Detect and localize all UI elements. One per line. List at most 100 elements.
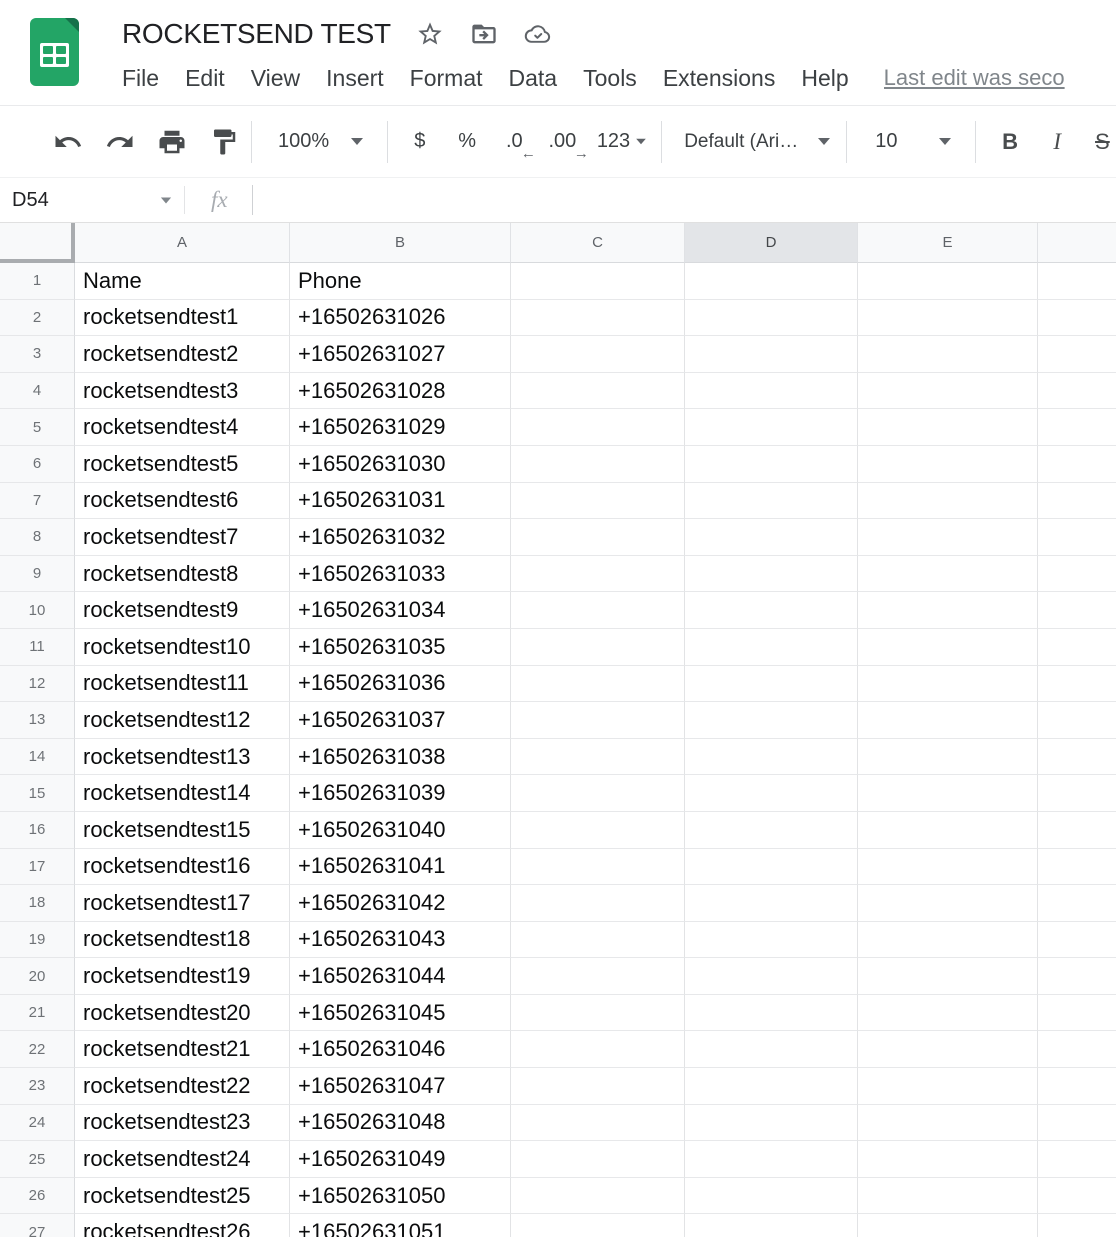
cell-col-a[interactable]: rocketsendtest15 <box>75 812 290 849</box>
cell-col-f[interactable] <box>1038 483 1116 520</box>
cell-col-a[interactable]: rocketsendtest3 <box>75 373 290 410</box>
cell-col-f[interactable] <box>1038 885 1116 922</box>
cell-col-b[interactable]: +16502631051 <box>290 1214 511 1237</box>
cell-col-e[interactable] <box>858 409 1038 446</box>
cell-col-c[interactable] <box>511 739 685 776</box>
cell-col-c[interactable] <box>511 446 685 483</box>
cell-col-c[interactable] <box>511 666 685 703</box>
cell-col-a[interactable]: rocketsendtest19 <box>75 958 290 995</box>
print-button[interactable] <box>157 127 187 157</box>
increase-decimal-button[interactable]: .00 → <box>544 130 581 153</box>
column-header-A[interactable]: A <box>75 223 290 263</box>
cell-col-f[interactable] <box>1038 409 1116 446</box>
cell-col-e[interactable] <box>858 519 1038 556</box>
font-size-select[interactable]: 10 <box>875 130 951 153</box>
cell-col-e[interactable] <box>858 666 1038 703</box>
row-number[interactable]: 4 <box>0 373 75 410</box>
menu-item-edit[interactable]: Edit <box>172 65 238 92</box>
row-number[interactable]: 3 <box>0 336 75 373</box>
cell-col-f[interactable] <box>1038 1031 1116 1068</box>
cell-col-d[interactable] <box>685 1141 858 1178</box>
name-box[interactable]: D54 <box>0 189 172 212</box>
bold-button[interactable]: B <box>996 129 1023 155</box>
cell-col-d[interactable] <box>685 1068 858 1105</box>
cell-col-b[interactable]: +16502631042 <box>290 885 511 922</box>
cell-col-d[interactable] <box>685 995 858 1032</box>
cell-col-c[interactable] <box>511 958 685 995</box>
cell-col-b[interactable]: +16502631050 <box>290 1178 511 1215</box>
cell-col-c[interactable] <box>511 1178 685 1215</box>
cell-col-f[interactable] <box>1038 1068 1116 1105</box>
paint-format-button[interactable] <box>209 127 239 157</box>
cell-col-b[interactable]: +16502631048 <box>290 1105 511 1142</box>
cell-col-c[interactable] <box>511 1105 685 1142</box>
cell-col-c[interactable] <box>511 885 685 922</box>
cell-col-e[interactable] <box>858 922 1038 959</box>
cell-col-e[interactable] <box>858 446 1038 483</box>
cell-col-b[interactable]: +16502631036 <box>290 666 511 703</box>
cell-col-d[interactable] <box>685 702 858 739</box>
cell-col-f[interactable] <box>1038 812 1116 849</box>
cell-col-e[interactable] <box>858 812 1038 849</box>
redo-button[interactable] <box>105 127 135 157</box>
row-number[interactable]: 20 <box>0 958 75 995</box>
cell-col-d[interactable] <box>685 446 858 483</box>
cell-col-b[interactable]: +16502631026 <box>290 300 511 337</box>
cell-col-a[interactable]: rocketsendtest13 <box>75 739 290 776</box>
cell-col-d[interactable] <box>685 483 858 520</box>
column-header-D[interactable]: D <box>685 223 858 263</box>
cell-col-d[interactable] <box>685 739 858 776</box>
cell-col-e[interactable] <box>858 1178 1038 1215</box>
cell-col-d[interactable] <box>685 885 858 922</box>
row-number[interactable]: 5 <box>0 409 75 446</box>
cell-col-d[interactable] <box>685 922 858 959</box>
cell-col-d[interactable] <box>685 409 858 446</box>
cell-col-b[interactable]: +16502631041 <box>290 849 511 886</box>
cell-col-e[interactable] <box>858 1214 1038 1237</box>
cell-col-e[interactable] <box>858 1031 1038 1068</box>
column-header-partial[interactable] <box>1038 223 1116 263</box>
cell-col-c[interactable] <box>511 702 685 739</box>
cell-col-d[interactable] <box>685 666 858 703</box>
cell-col-b[interactable]: +16502631040 <box>290 812 511 849</box>
cell-col-b[interactable]: +16502631047 <box>290 1068 511 1105</box>
cell-col-c[interactable] <box>511 1141 685 1178</box>
row-number[interactable]: 23 <box>0 1068 75 1105</box>
cell-col-b[interactable]: +16502631043 <box>290 922 511 959</box>
cell-col-d[interactable] <box>685 775 858 812</box>
row-number[interactable]: 6 <box>0 446 75 483</box>
cell-col-f[interactable] <box>1038 336 1116 373</box>
cell-col-d[interactable] <box>685 336 858 373</box>
cloud-saved-icon[interactable] <box>523 19 553 49</box>
cell-col-c[interactable] <box>511 995 685 1032</box>
cell-col-f[interactable] <box>1038 1214 1116 1237</box>
cell-col-f[interactable] <box>1038 519 1116 556</box>
cell-col-d[interactable] <box>685 1178 858 1215</box>
cell-col-e[interactable] <box>858 556 1038 593</box>
cell-col-a[interactable]: rocketsendtest20 <box>75 995 290 1032</box>
cell-col-e[interactable] <box>858 1141 1038 1178</box>
cell-col-a[interactable]: rocketsendtest2 <box>75 336 290 373</box>
menu-item-file[interactable]: File <box>122 65 172 92</box>
cell-col-a[interactable]: rocketsendtest14 <box>75 775 290 812</box>
cell-col-a[interactable]: rocketsendtest10 <box>75 629 290 666</box>
cell-col-a[interactable]: rocketsendtest23 <box>75 1105 290 1142</box>
cell-col-b[interactable]: +16502631045 <box>290 995 511 1032</box>
cell-col-c[interactable] <box>511 1068 685 1105</box>
cell-col-f[interactable] <box>1038 263 1116 300</box>
row-number[interactable]: 19 <box>0 922 75 959</box>
cell-col-a[interactable]: rocketsendtest18 <box>75 922 290 959</box>
cell-col-f[interactable] <box>1038 629 1116 666</box>
cell-col-c[interactable] <box>511 300 685 337</box>
cell-col-f[interactable] <box>1038 373 1116 410</box>
cell-col-a[interactable]: rocketsendtest17 <box>75 885 290 922</box>
cell-col-e[interactable] <box>858 300 1038 337</box>
cell-col-f[interactable] <box>1038 775 1116 812</box>
cell-col-c[interactable] <box>511 519 685 556</box>
row-number[interactable]: 16 <box>0 812 75 849</box>
cell-col-e[interactable] <box>858 373 1038 410</box>
cell-col-b[interactable]: +16502631034 <box>290 592 511 629</box>
cell-col-a[interactable]: rocketsendtest22 <box>75 1068 290 1105</box>
cell-col-c[interactable] <box>511 775 685 812</box>
cell-col-c[interactable] <box>511 592 685 629</box>
